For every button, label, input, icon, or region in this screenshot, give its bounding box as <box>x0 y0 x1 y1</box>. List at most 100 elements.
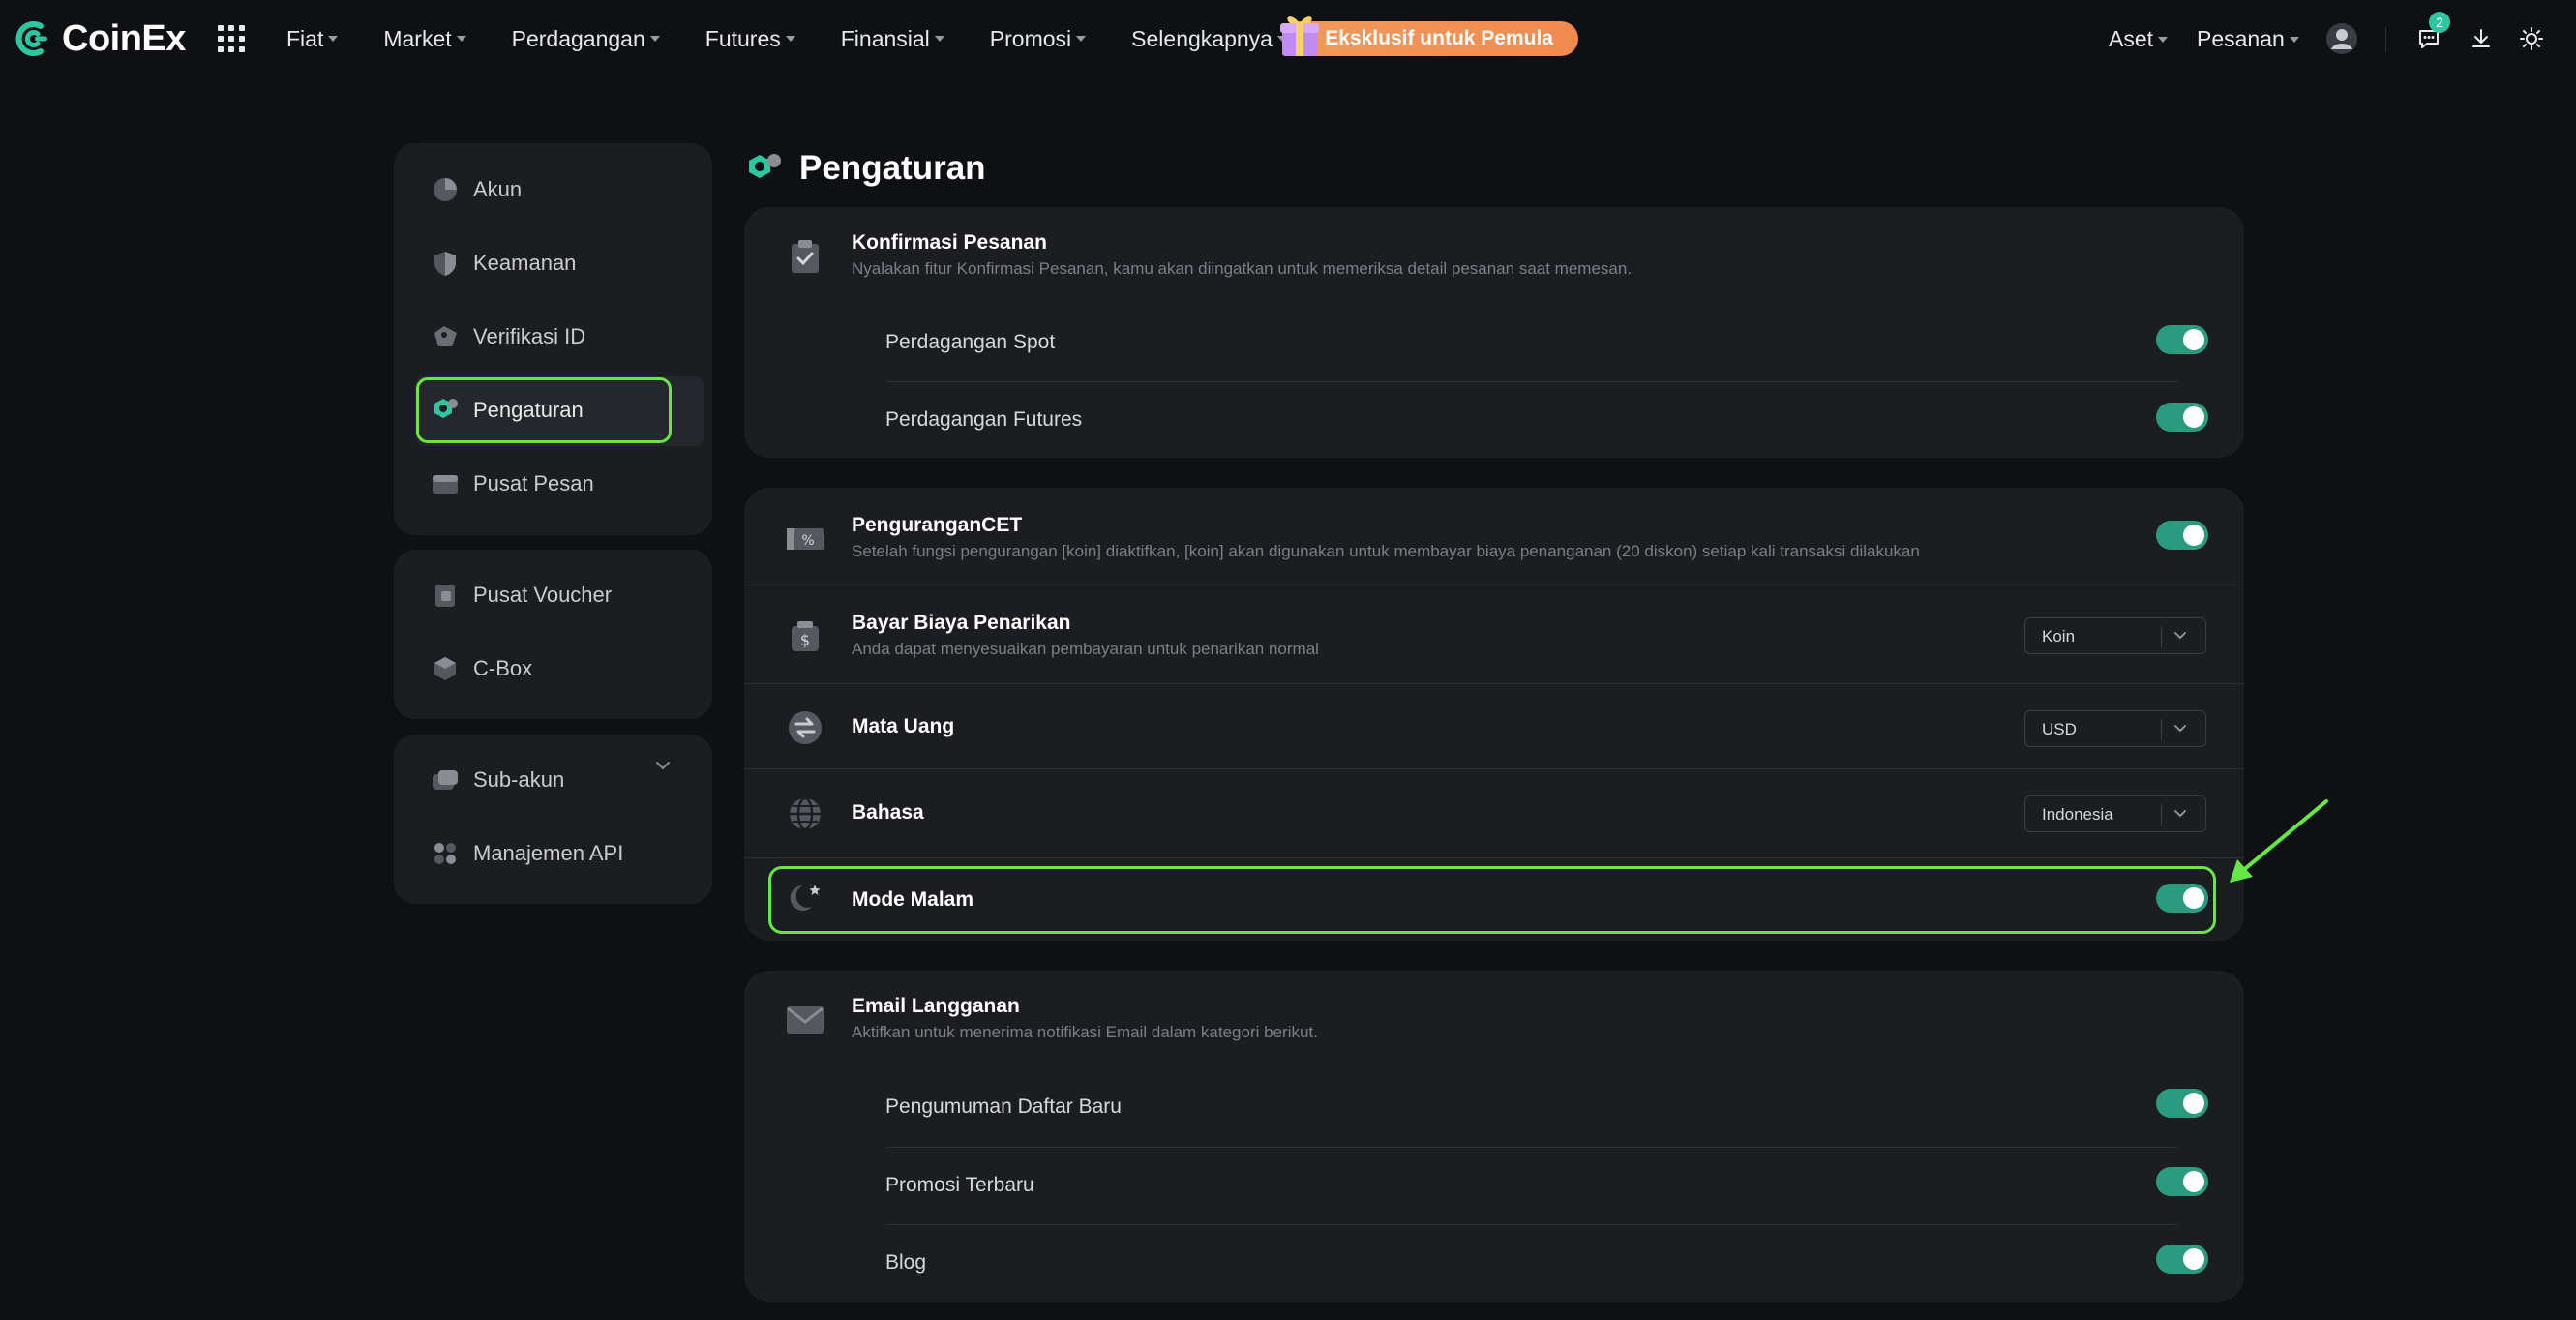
coinex-logo[interactable]: CoinEx <box>12 17 186 60</box>
caret-down-icon <box>456 36 466 42</box>
caret-down-icon <box>649 36 660 42</box>
nav-perdagangan-label: Perdagangan <box>511 25 645 51</box>
sidebar-item-label: Manajemen API <box>473 841 624 865</box>
clipboard-check-icon <box>785 236 825 277</box>
sidebar-item-label: Keamanan <box>473 251 577 275</box>
cet-description: Setelah fungsi pengurangan [koin] diakti… <box>852 542 1920 560</box>
sidebar-item-verifikasi-id[interactable]: Verifikasi ID <box>431 322 585 351</box>
gift-icon <box>1280 16 1319 56</box>
sidebar-item-pusat-pesan[interactable]: Pusat Pesan <box>431 469 594 498</box>
caret-down-icon <box>328 36 339 42</box>
sidebar-item-label: Pusat Voucher <box>473 583 613 607</box>
sun-icon[interactable] <box>2514 21 2549 56</box>
account-icon <box>431 175 460 204</box>
nav-perdagangan[interactable]: Perdagangan <box>512 26 660 52</box>
nav-finansial[interactable]: Finansial <box>841 26 944 52</box>
latest-promo-label: Promosi Terbaru <box>885 1174 1034 1196</box>
settings-icon <box>749 154 781 178</box>
language-title: Bahasa <box>852 801 924 824</box>
caret-down-icon <box>934 36 944 42</box>
grid-icon[interactable] <box>218 25 245 52</box>
chevron-down-icon <box>2174 725 2186 733</box>
new-listing-toggle[interactable] <box>2156 1089 2208 1118</box>
mail-icon <box>785 1000 825 1040</box>
sidebar-item-label: Verifikasi ID <box>473 324 586 348</box>
download-icon[interactable] <box>2464 21 2499 56</box>
sidebar-item-label: Pusat Pesan <box>473 471 594 495</box>
sidebar-item-manajemen-api[interactable]: Manajemen API <box>431 839 623 868</box>
caret-down-icon <box>785 36 795 42</box>
select-divider <box>2161 719 2162 740</box>
chevron-down-icon <box>2174 632 2186 640</box>
highlight-annotation-pengaturan <box>416 377 672 443</box>
message-center-icon <box>431 469 460 498</box>
sub-account-icon <box>431 765 460 795</box>
sidebar-item-akun[interactable]: Akun <box>431 175 522 204</box>
api-icon <box>431 839 460 868</box>
promo-label: Eksklusif untuk Pemula <box>1325 27 1553 49</box>
currency-select[interactable]: USD <box>2024 710 2206 747</box>
chevron-down-icon[interactable] <box>654 760 672 771</box>
nav-aset[interactable]: Aset <box>2109 26 2169 52</box>
withdraw-fee-title: Bayar Biaya Penarikan <box>852 612 1071 634</box>
top-navigation: CoinEx Fiat Market Perdagangan Futures F… <box>0 0 2576 77</box>
blog-toggle[interactable] <box>2156 1245 2208 1274</box>
new-listing-label: Pengumuman Daftar Baru <box>885 1095 1122 1118</box>
caret-down-icon <box>2289 36 2299 43</box>
nav-fiat-label: Fiat <box>286 25 324 51</box>
divider <box>744 683 2244 684</box>
divider <box>885 1147 2178 1148</box>
nav-fiat[interactable]: Fiat <box>286 25 339 52</box>
blog-label: Blog <box>885 1251 927 1274</box>
chevron-down-icon <box>2174 810 2186 818</box>
sidebar-group-advanced: Sub-akun Manajemen API <box>394 735 712 904</box>
sidebar-item-sub-akun[interactable]: Sub-akun <box>431 765 564 795</box>
main-menu: Fiat Market Perdagangan Futures Finansia… <box>286 0 1333 77</box>
nav-futures[interactable]: Futures <box>705 26 795 52</box>
sidebar-item-c-box[interactable]: C-Box <box>431 654 532 683</box>
box-icon <box>431 654 460 683</box>
globe-icon <box>785 794 825 834</box>
section-description: Nyalakan fitur Konfirmasi Pesanan, kamu … <box>852 259 1632 278</box>
email-title: Email Langganan <box>852 995 1020 1017</box>
nav-promosi[interactable]: Promosi <box>990 26 1087 52</box>
highlight-annotation-night-mode <box>768 866 2216 934</box>
nav-market[interactable]: Market <box>383 25 466 52</box>
cet-toggle[interactable] <box>2156 521 2208 550</box>
select-divider <box>2161 804 2162 825</box>
shield-icon <box>431 249 460 278</box>
currency-title: Mata Uang <box>852 715 955 737</box>
divider <box>885 1224 2178 1225</box>
withdraw-fee-value: Koin <box>2042 627 2076 645</box>
spot-trading-label: Perdagangan Spot <box>885 331 1056 353</box>
withdraw-fee-select[interactable]: Koin <box>2024 617 2206 654</box>
id-tag-icon <box>431 322 460 351</box>
sidebar-item-label: Sub-akun <box>473 767 565 792</box>
coinex-logo-icon <box>15 21 47 56</box>
sidebar-item-keamanan[interactable]: Keamanan <box>431 249 576 278</box>
currency-value: USD <box>2042 720 2077 738</box>
language-select[interactable]: Indonesia <box>2024 795 2206 832</box>
nav-divider <box>2385 27 2386 52</box>
latest-promo-toggle[interactable] <box>2156 1167 2208 1196</box>
cet-title: PenguranganCET <box>852 514 1023 536</box>
select-divider <box>2161 626 2162 647</box>
sidebar-item-pusat-voucher[interactable]: Pusat Voucher <box>431 581 612 610</box>
nav-selengkapnya[interactable]: Selengkapnya <box>1131 26 1287 52</box>
annotation-arrow-icon <box>2230 799 2328 883</box>
section-title: Konfirmasi Pesanan <box>852 231 1047 254</box>
nav-pesanan[interactable]: Pesanan <box>2197 26 2299 52</box>
futures-trading-toggle[interactable] <box>2156 403 2208 432</box>
page-title: Pengaturan <box>799 149 986 187</box>
promo-banner-button[interactable]: Eksklusif untuk Pemula <box>1282 21 1578 56</box>
sidebar-group-rewards: Pusat Voucher C-Box <box>394 550 712 719</box>
avatar-icon[interactable] <box>2324 21 2359 56</box>
nav-market-label: Market <box>383 25 452 51</box>
sidebar-item-label: Akun <box>473 177 523 201</box>
currency-exchange-icon <box>785 707 825 748</box>
spot-trading-toggle[interactable] <box>2156 325 2208 354</box>
nav-selengkapnya-label: Selengkapnya <box>1131 25 1273 51</box>
notification-badge: 2 <box>2429 12 2450 33</box>
brand-name: CoinEx <box>62 17 186 59</box>
svg-text:%: % <box>801 533 814 549</box>
